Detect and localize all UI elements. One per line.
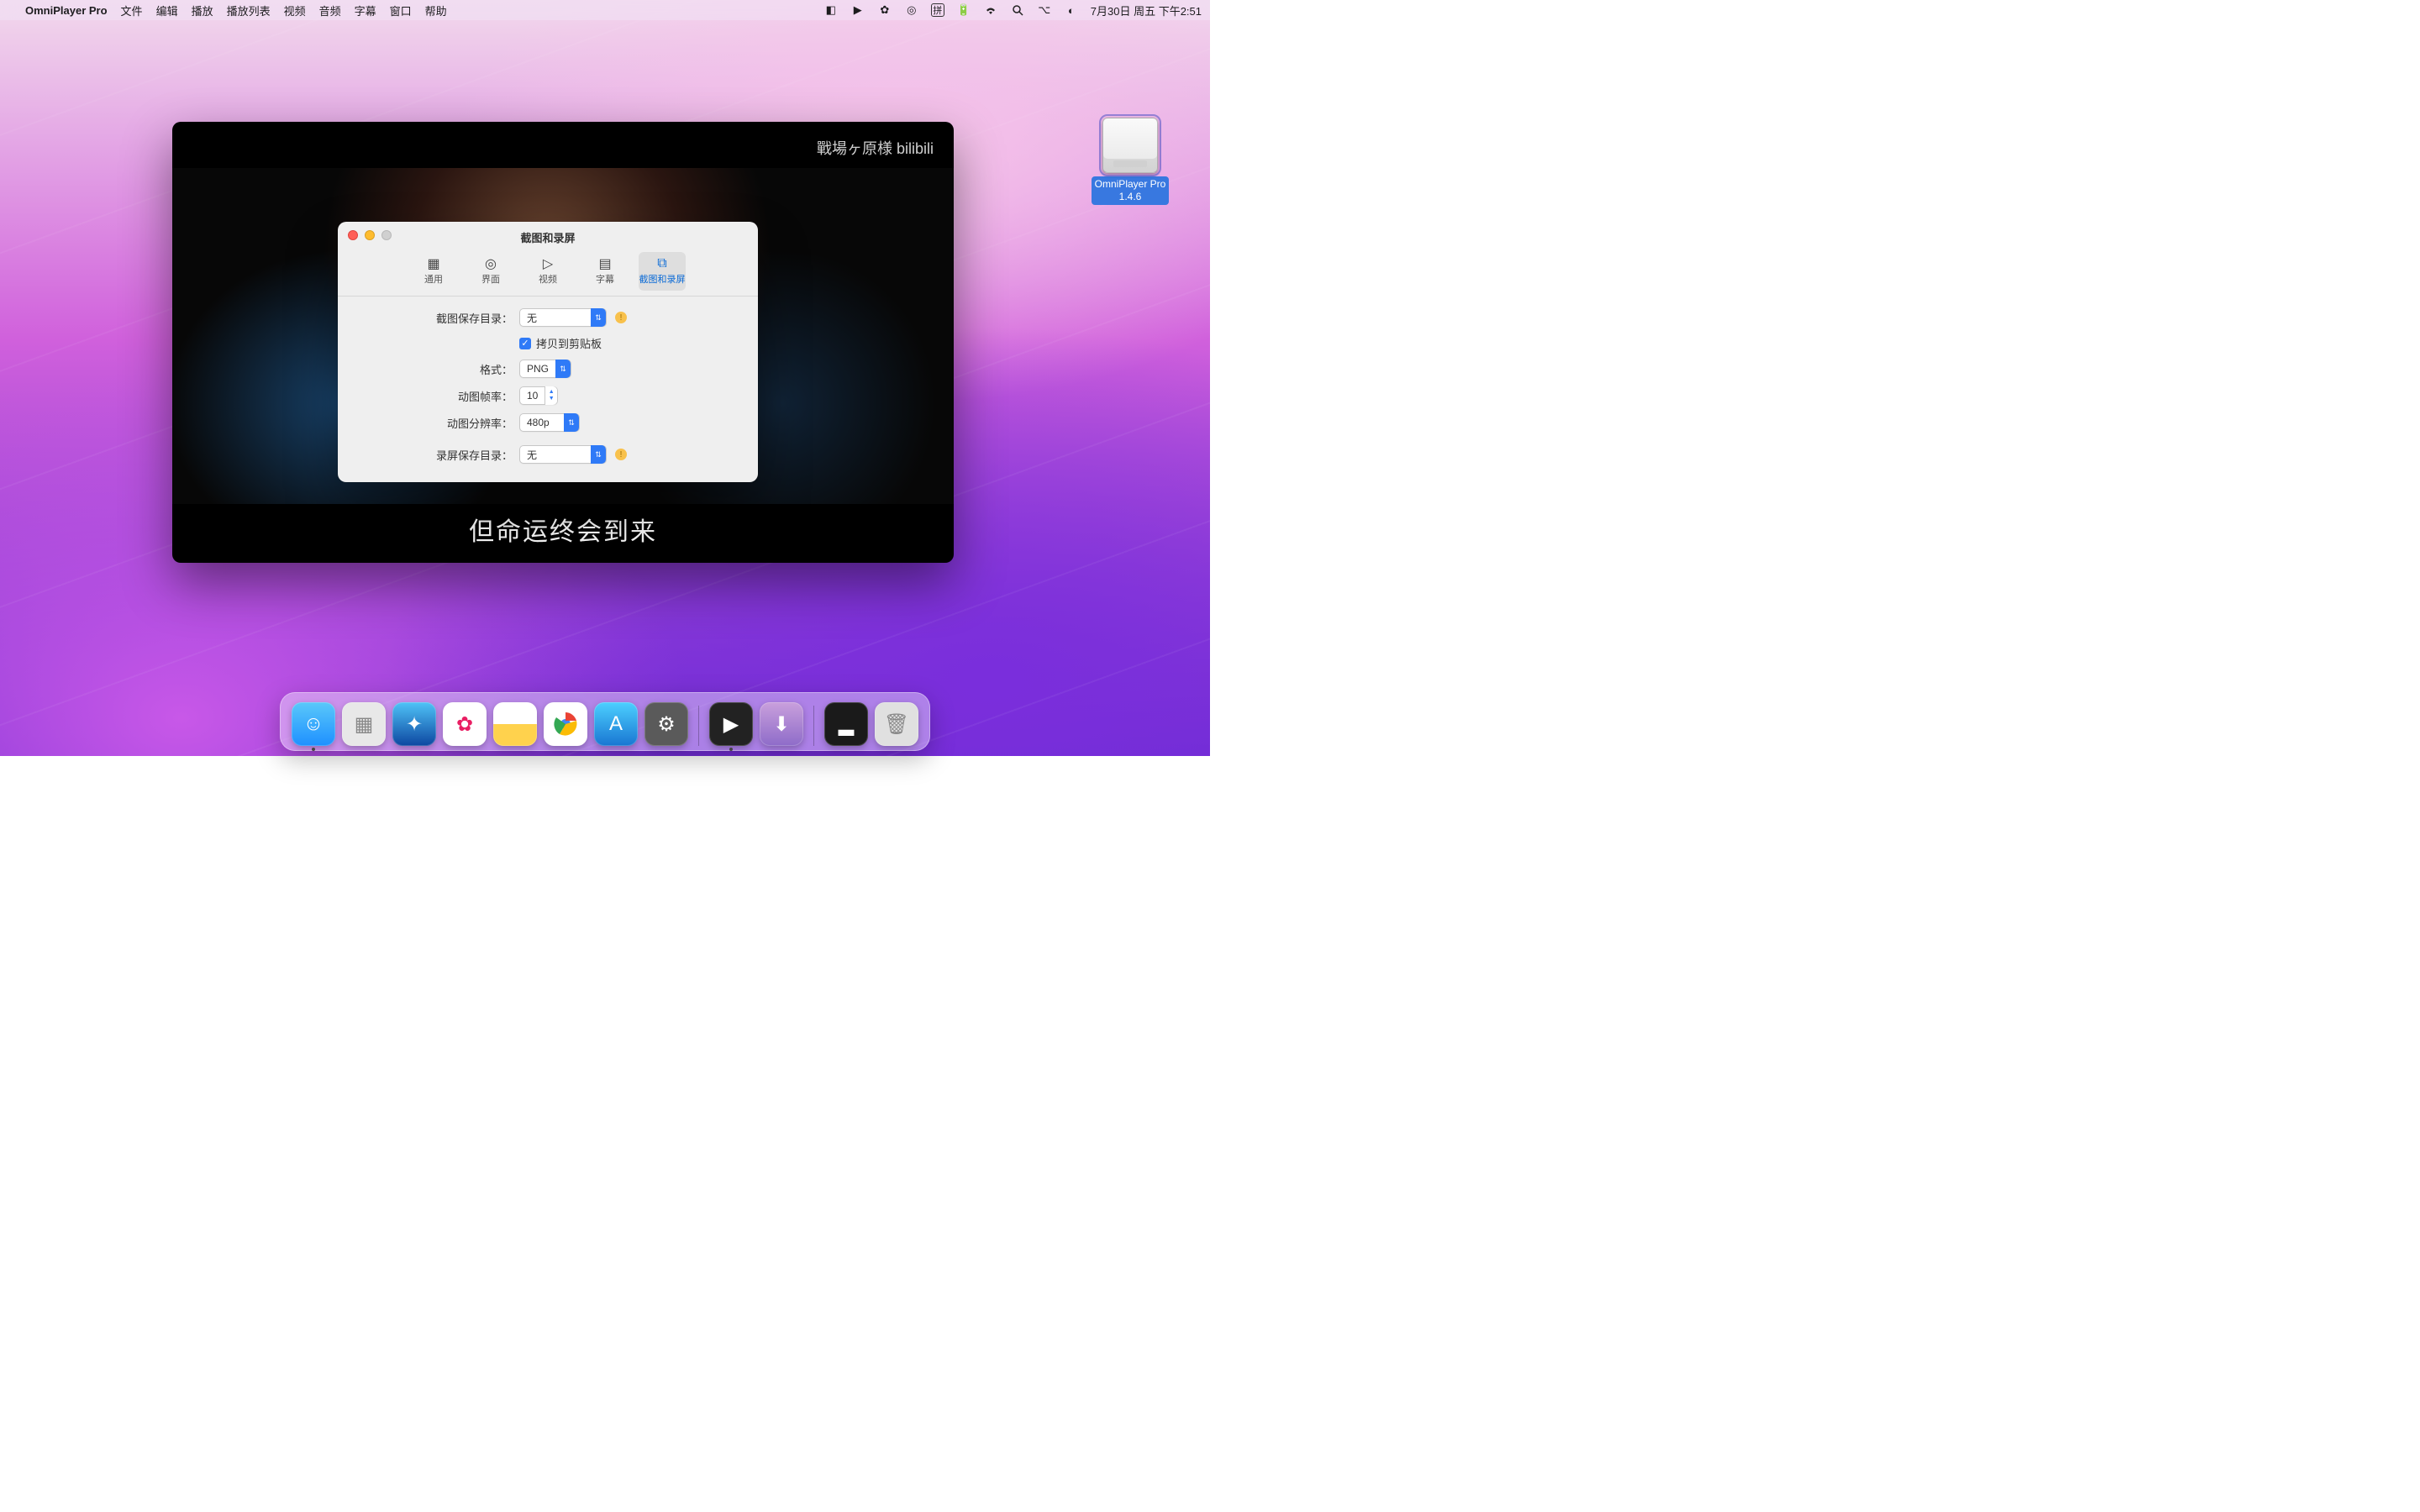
menu-subtitle[interactable]: 字幕 [355,3,376,18]
desktop-icon-label-line2: 1.4.6 [1119,191,1142,202]
input-method-icon[interactable]: 拼 [931,3,944,17]
preferences-window: 截图和录屏 ▦ 通用 ◎ 界面 ▷ 视频 ▤ 字幕 ⧉ 截图和录屏 截图保存目录… [338,222,758,482]
status-icon-1[interactable]: ◧ [823,3,839,18]
chevron-updown-icon: ⇅ [591,445,606,464]
screenshot-dir-value: 无 [520,311,544,325]
menu-help[interactable]: 帮助 [425,3,447,18]
dock-settings[interactable]: ⚙ [644,702,688,746]
gif-res-value: 480p [520,417,556,428]
tab-capture-label: 截图和录屏 [639,272,686,286]
control-center-icon[interactable]: ⌥ [1037,3,1052,18]
gif-res-label: 动图分辨率： [360,415,519,431]
stepper-arrows-icon: ▲▼ [544,386,557,405]
interface-icon: ◎ [467,255,514,272]
desktop-icon-label: OmniPlayer Pro 1.4.6 [1092,176,1170,205]
record-dir-value: 无 [520,448,544,462]
dock-appstore[interactable]: A [594,702,638,746]
dock-finder[interactable]: ☺ [292,702,335,746]
video-subtitle: 但命运终会到来 [172,511,954,548]
dock-launchpad[interactable]: ▦ [342,702,386,746]
desktop-disk-icon[interactable]: OmniPlayer Pro 1.4.6 [1088,118,1172,205]
app-menu[interactable]: OmniPlayer Pro [25,4,108,17]
spotlight-icon[interactable] [1010,3,1025,18]
prefs-form: 截图保存目录： 无 ⇅ ! ✓ 拷贝到剪贴板 格式： PNG ⇅ 动图帧率： [338,297,758,482]
crop-icon: ⧉ [639,255,686,272]
prefs-toolbar: ▦ 通用 ◎ 界面 ▷ 视频 ▤ 字幕 ⧉ 截图和录屏 [338,245,758,297]
close-button[interactable] [348,230,358,240]
tab-subtitle[interactable]: ▤ 字幕 [581,252,629,291]
status-icon-2[interactable]: ▶ [850,3,865,18]
menu-video[interactable]: 视频 [284,3,306,18]
gif-res-select[interactable]: 480p ⇅ [519,413,580,432]
tab-subtitle-label: 字幕 [581,272,629,286]
dock-safari[interactable]: ✦ [392,702,436,746]
dock-separator [698,706,699,746]
tab-general-label: 通用 [410,272,457,286]
minimize-button[interactable] [365,230,375,240]
tab-interface-label: 界面 [467,272,514,286]
dock-separator [813,706,814,746]
chevron-updown-icon: ⇅ [591,308,606,327]
dock-notes[interactable] [493,702,537,746]
dock-player[interactable]: ▶ [709,702,753,746]
menubar-clock[interactable]: 7月30日 周五 下午2:51 [1091,3,1202,18]
record-dir-select[interactable]: 无 ⇅ [519,445,607,464]
battery-icon[interactable]: 🔋 [956,3,971,18]
dock-chrome[interactable] [544,702,587,746]
menu-bar: OmniPlayer Pro 文件 编辑 播放 播放列表 视频 音频 字幕 窗口… [0,0,1210,20]
tab-general[interactable]: ▦ 通用 [410,252,457,291]
record-dir-label: 录屏保存目录： [360,447,519,463]
subtitle-icon: ▤ [581,255,629,272]
screenshot-dir-select[interactable]: 无 ⇅ [519,308,607,327]
tab-video[interactable]: ▷ 视频 [524,252,571,291]
dock-folder[interactable]: ▂ [824,702,868,746]
zoom-button [381,230,392,240]
desktop-icon-label-line1: OmniPlayer Pro [1095,178,1166,190]
tab-interface[interactable]: ◎ 界面 [467,252,514,291]
warning-icon[interactable]: ! [615,449,627,460]
status-icon-3[interactable]: ✿ [877,3,892,18]
warning-icon[interactable]: ! [615,312,627,323]
copy-clipboard-label: 拷贝到剪贴板 [536,335,602,351]
grid-icon: ▦ [410,255,457,272]
format-value: PNG [520,363,555,375]
gif-fps-label: 动图帧率： [360,388,519,404]
video-source-overlay: 戰場ヶ原様 bilibili [817,137,934,159]
dock-photos[interactable]: ✿ [443,702,487,746]
gif-fps-value: 10 [520,390,544,402]
menu-play[interactable]: 播放 [192,3,213,18]
format-select[interactable]: PNG ⇅ [519,360,571,378]
prefs-window-title: 截图和录屏 [338,222,758,245]
gif-fps-stepper[interactable]: 10 ▲▼ [519,386,558,405]
dock-trash[interactable]: 🗑 [875,702,918,746]
wifi-icon[interactable] [983,3,998,18]
menu-playlist[interactable]: 播放列表 [227,3,271,18]
menu-file[interactable]: 文件 [121,3,143,18]
dock-downloads[interactable]: ⬇ [760,702,803,746]
tab-video-label: 视频 [524,272,571,286]
tab-capture[interactable]: ⧉ 截图和录屏 [639,252,686,291]
play-circle-icon: ▷ [524,255,571,272]
screenshot-dir-label: 截图保存目录： [360,310,519,326]
user-icon[interactable]: ◎ [904,3,919,18]
menu-window[interactable]: 窗口 [390,3,412,18]
disk-image-icon [1102,118,1158,173]
copy-clipboard-checkbox[interactable]: ✓ [519,338,531,349]
chevron-updown-icon: ⇅ [564,413,579,432]
siri-icon[interactable]: ◐ [1064,3,1079,18]
dock: ☺ ▦ ✦ ✿ A ⚙ ▶ ⬇ ▂ 🗑 [280,692,930,751]
menu-edit[interactable]: 编辑 [156,3,178,18]
format-label: 格式： [360,361,519,377]
chevron-updown-icon: ⇅ [555,360,571,378]
window-controls [348,230,392,240]
menu-audio[interactable]: 音频 [319,3,341,18]
